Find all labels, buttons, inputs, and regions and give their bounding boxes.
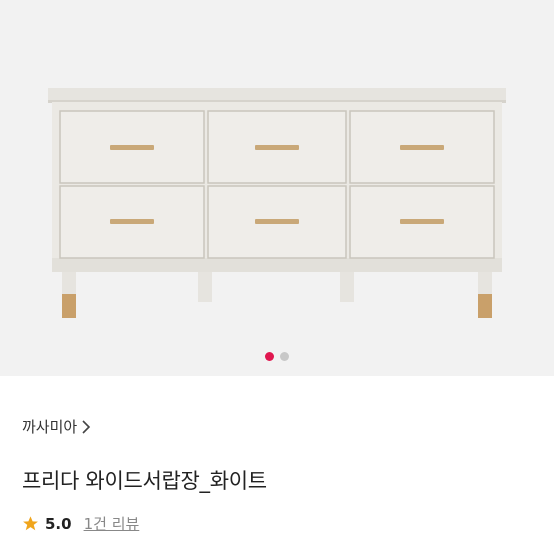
rating-row: 5.0 1건 리뷰 [22,513,139,534]
product-image-dresser[interactable] [0,0,554,376]
product-title: 프리다 와이드서랍장_화이트 [22,469,267,493]
review-count-link[interactable]: 1건 리뷰 [84,513,140,534]
rating-score: 5.0 [45,514,72,533]
brand-name: 까사미아 [22,418,78,436]
star-icon [23,516,38,531]
gallery-pagination [0,352,554,362]
brand-link[interactable]: 까사미아 [22,416,91,437]
product-image-gallery[interactable] [0,0,554,376]
gallery-dot-active[interactable] [265,352,274,361]
gallery-dot[interactable] [280,352,289,361]
chevron-right-icon [82,419,91,434]
